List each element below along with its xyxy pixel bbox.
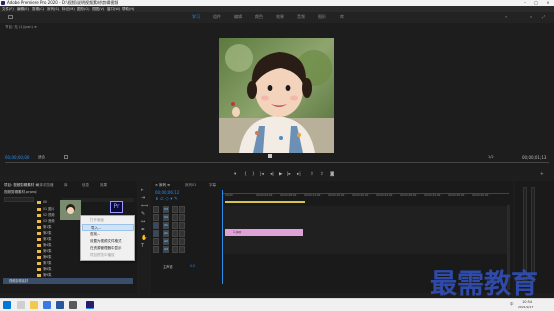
clock-time[interactable]: 10:54 bbox=[522, 300, 532, 304]
premiere-project-icon[interactable]: Pr bbox=[110, 201, 123, 213]
pen-tool-icon[interactable]: ✒ bbox=[141, 227, 145, 233]
source-panel-title[interactable]: 节目: 无 (1)/yan) ≡ bbox=[5, 25, 37, 30]
workspace-libraries[interactable]: 库 bbox=[340, 14, 344, 20]
tab-effects[interactable]: 效果 bbox=[100, 183, 107, 188]
work-area-bar[interactable] bbox=[225, 201, 305, 203]
playhead-marker[interactable] bbox=[268, 154, 272, 158]
master-track-label: 主声道 bbox=[163, 265, 173, 269]
file-explorer-icon[interactable] bbox=[30, 301, 38, 309]
tab-info[interactable]: 信息 bbox=[82, 183, 89, 188]
workspace-effects[interactable]: 效果 bbox=[276, 14, 284, 20]
workspace-editing[interactable]: 编辑 bbox=[234, 14, 242, 20]
step-back-icon[interactable]: ◂| bbox=[270, 172, 274, 177]
browser-icon[interactable] bbox=[43, 301, 51, 309]
workspace-graphics[interactable]: 图形 bbox=[318, 14, 326, 20]
clip-thumbnail-photo[interactable] bbox=[60, 200, 81, 220]
track-header-v1[interactable]: V1 bbox=[153, 222, 221, 229]
lift-icon[interactable]: ⇧ bbox=[310, 172, 314, 177]
go-to-in-icon[interactable]: |◂ bbox=[260, 172, 264, 177]
context-menu: 打开面板 导入... 查找... 设置为视频文件格式 在资源管理器中显示 项目预… bbox=[80, 215, 135, 261]
app-icon[interactable] bbox=[69, 301, 77, 309]
track-header-v3[interactable]: V3 bbox=[153, 206, 221, 213]
workspace-color[interactable]: 颜色 bbox=[255, 14, 263, 20]
fit-dropdown[interactable]: 适合 bbox=[38, 155, 45, 160]
workspace-learn[interactable]: 学习 bbox=[192, 14, 200, 20]
bin-path: 视频剪辑素材.prproj bbox=[4, 190, 37, 194]
ripple-edit-icon[interactable]: ⟺ bbox=[141, 203, 148, 209]
search-taskbar-icon[interactable] bbox=[17, 301, 25, 309]
tab-captions[interactable]: 字幕 bbox=[209, 183, 216, 188]
tab-timeline-sequence[interactable]: × 序列 ≡ bbox=[155, 183, 170, 188]
add-marker-icon[interactable]: ▾ bbox=[234, 172, 236, 177]
word-icon[interactable] bbox=[56, 301, 64, 309]
menu-item-find[interactable]: 查找... bbox=[82, 231, 134, 238]
type-tool-icon[interactable]: T bbox=[141, 243, 144, 249]
timeline-tools[interactable]: ⋔ ⊏ ◇ ▾ ✎ bbox=[155, 197, 178, 202]
track-header-a1[interactable]: A1 bbox=[153, 230, 221, 237]
project-search-input[interactable] bbox=[4, 197, 34, 202]
menu-item-import[interactable]: 导入... bbox=[82, 224, 134, 231]
tools-panel: ▸ ⇥ ⟺ ✎ ↔ ✒ ✋ T bbox=[139, 181, 149, 293]
selection-tool-icon[interactable]: ▸ bbox=[141, 187, 144, 193]
toddler-photo-image bbox=[219, 38, 334, 153]
master-volume-value[interactable]: 0.0 bbox=[190, 264, 195, 268]
ime-indicator[interactable]: 中 bbox=[510, 302, 514, 307]
track-header-a2[interactable]: A2 bbox=[153, 238, 221, 245]
workspace-menu-icon[interactable]: » bbox=[505, 14, 507, 19]
go-to-out-icon[interactable]: ▸| bbox=[297, 172, 301, 177]
extract-icon[interactable]: ⇪ bbox=[320, 172, 324, 177]
timeline-timecode[interactable]: 00;00;06;12 bbox=[155, 190, 179, 195]
windows-start-icon[interactable] bbox=[3, 301, 11, 309]
workspace-audio[interactable]: 音频 bbox=[297, 14, 305, 20]
mark-out-icon[interactable]: } bbox=[252, 172, 255, 177]
home-icon[interactable] bbox=[8, 15, 13, 19]
program-timecode-right: 00;00;01;13 bbox=[522, 155, 547, 160]
timeline-playhead[interactable] bbox=[222, 190, 223, 284]
export-frame-icon[interactable]: ◙ bbox=[330, 172, 334, 177]
selected-bin-row[interactable]: 视频剪辑素材 bbox=[3, 278, 133, 284]
expand-icon[interactable]: ⤢ bbox=[542, 14, 545, 19]
settings-wrench-icon[interactable] bbox=[64, 155, 68, 159]
tab-libraries[interactable]: 库 bbox=[64, 183, 68, 188]
watermark-text: 最需教育 bbox=[430, 269, 538, 300]
timeline-clip[interactable]: 1.jpg bbox=[225, 229, 303, 236]
menu-item-reveal-explorer[interactable]: 在资源管理器中显示 bbox=[82, 245, 134, 252]
premiere-app-icon bbox=[1, 1, 5, 5]
track-header-a3[interactable]: A3 bbox=[153, 246, 221, 253]
slip-tool-icon[interactable]: ↔ bbox=[141, 219, 145, 225]
program-timecode-left: 00;00;00;00 bbox=[5, 155, 30, 160]
add-button-icon[interactable]: + bbox=[540, 172, 544, 177]
program-scrubber-bar[interactable] bbox=[5, 162, 549, 163]
search-icon[interactable]: ⌕ bbox=[530, 14, 532, 19]
mark-in-icon[interactable]: { bbox=[244, 172, 247, 177]
tab-sequence01[interactable]: 序列01 bbox=[185, 183, 196, 188]
premiere-taskbar-icon[interactable] bbox=[86, 301, 94, 309]
razor-icon[interactable]: ✎ bbox=[141, 211, 145, 217]
workspace-assembly[interactable]: 组件 bbox=[213, 14, 221, 20]
step-forward-icon[interactable]: |▸ bbox=[287, 172, 291, 177]
track-header-v2[interactable]: V2 bbox=[153, 214, 221, 221]
menu-item-open-panel[interactable]: 打开面板 bbox=[82, 217, 134, 224]
hand-tool-icon[interactable]: ✋ bbox=[141, 235, 147, 241]
menu-item-preview[interactable]: 项目预览中播放 bbox=[82, 252, 134, 259]
tab-project[interactable]: 项目: 视频剪辑素材 ≡ bbox=[4, 183, 38, 188]
resolution-dropdown[interactable]: 1/2 bbox=[488, 155, 494, 159]
timeline-ruler[interactable]: 00;00 00;00;04;00 00;00;08;00 00;00;12;0… bbox=[225, 193, 507, 201]
play-icon[interactable]: ▶ bbox=[279, 172, 282, 177]
tab-media-browser[interactable]: 媒体浏览器 bbox=[36, 183, 54, 188]
track-select-icon[interactable]: ⇥ bbox=[141, 195, 145, 201]
menu-item-set-format[interactable]: 设置为视频文件格式 bbox=[82, 238, 134, 245]
program-video-frame bbox=[219, 38, 334, 153]
workspace-bar: 学习 组件 编辑 颜色 效果 音频 图形 库 » ⌕ ⤢ bbox=[0, 12, 554, 23]
clock-date[interactable]: 2021/9/17 bbox=[518, 305, 533, 309]
windows-taskbar: 中 10:54 2021/9/17 bbox=[0, 298, 554, 311]
